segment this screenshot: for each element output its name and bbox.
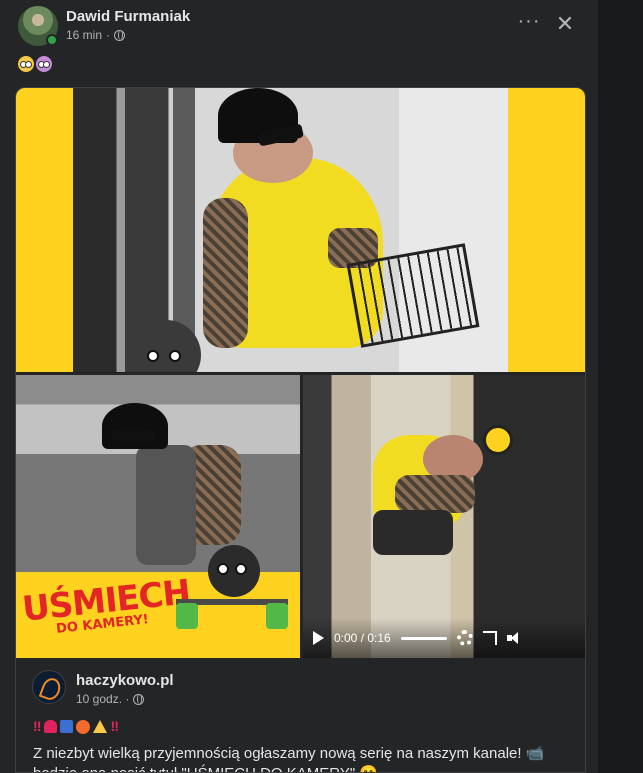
video-progress-bar[interactable] — [400, 636, 447, 640]
angry-face-icon — [76, 720, 91, 734]
volume-mute-icon[interactable] — [506, 632, 521, 644]
glove-icon — [266, 603, 288, 629]
play-icon[interactable] — [313, 631, 324, 645]
text-line-1: Z niezbyt wielką przyjemnością ogłaszamy… — [33, 745, 545, 762]
globe-icon — [133, 693, 145, 705]
double-exclamation-icon: ‼ — [110, 718, 119, 734]
thief-mascot-icon — [208, 545, 260, 597]
yellow-reel — [483, 425, 513, 455]
double-exclamation-icon: ‼ — [33, 718, 42, 734]
siren-icon — [44, 720, 58, 733]
online-status-dot — [46, 34, 58, 46]
video-time: 0:00 / 0:16 — [334, 631, 391, 645]
author-name[interactable]: Dawid Furmaniak — [66, 8, 190, 25]
media-video[interactable]: 0:00 / 0:16 — [303, 375, 585, 658]
shared-post-time[interactable]: 10 godz. · — [76, 692, 129, 706]
media-image-2[interactable]: UŚMIECH DO KAMERY! — [16, 375, 300, 658]
exploding-head-icon — [36, 56, 52, 72]
video-controls: 0:00 / 0:16 — [303, 618, 585, 658]
shared-post[interactable]: UŚMIECH DO KAMERY! 0:00 / 0:16 haczykowo… — [15, 87, 586, 773]
gear-icon[interactable] — [456, 630, 473, 646]
shared-emoji-row: ‼ ‼ — [33, 718, 119, 734]
right-sidebar — [598, 0, 643, 773]
glove-icon — [176, 603, 198, 629]
globe-icon — [114, 29, 126, 41]
close-button[interactable]: ✕ — [552, 10, 578, 38]
beanie-sticker — [102, 403, 168, 449]
warning-icon — [93, 720, 108, 733]
post-time[interactable]: 16 min — [66, 28, 102, 42]
post-meta: 16 min · — [66, 28, 126, 42]
post-text-emojis — [18, 56, 52, 72]
more-options-button[interactable]: ··· — [514, 10, 544, 38]
flushed-face-icon — [18, 56, 34, 72]
text-line-2: będzie ona nosić tytuł "UŚMIECH DO KAMER… — [33, 764, 578, 772]
cctv-photo — [73, 88, 508, 372]
thief-mascot-icon — [131, 320, 201, 372]
fullscreen-icon[interactable] — [482, 631, 497, 645]
post-card: Dawid Furmaniak 16 min · ··· ✕ UŚMIECH D… — [0, 0, 598, 773]
media-image-1[interactable] — [16, 88, 585, 372]
cctv-photo — [16, 375, 300, 572]
police-officer-icon — [60, 720, 74, 733]
shared-post-meta: 10 godz. · — [76, 692, 145, 706]
page-name[interactable]: haczykowo.pl — [76, 672, 174, 689]
shared-post-text: Z niezbyt wielką przyjemnością ogłaszamy… — [33, 744, 578, 772]
page-avatar[interactable] — [32, 670, 66, 704]
